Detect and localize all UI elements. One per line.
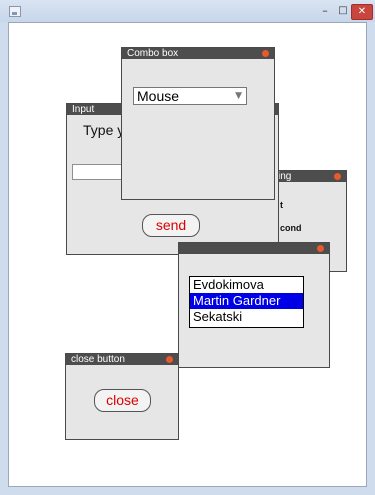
frame-close-dot-icon[interactable] [317,245,324,252]
frame-close-dot-icon[interactable] [262,50,269,57]
frame-text-a: t [280,200,283,210]
frame-title-text: Combo box [127,48,179,59]
frame-title-text: close button [71,354,125,365]
list-item[interactable]: Evdokimova [190,277,303,293]
frame-text-b: cond [280,223,302,233]
close-window-button[interactable]: ✕ [351,4,373,20]
frame-close-dot-icon[interactable] [334,173,341,180]
minimize-button[interactable]: – [318,4,332,18]
frame-list[interactable]: Evdokimova Martin Gardner Sekatski [178,242,330,368]
frame-title-text: ing [278,171,292,182]
app-icon [9,6,21,17]
chevron-down-icon[interactable]: ▼ [235,88,242,104]
frame-title[interactable]: Combo box [122,48,274,59]
frame-title[interactable] [179,243,329,254]
list-item-selected[interactable]: Martin Gardner [190,293,303,309]
combo-box[interactable]: Mouse ▼ [133,87,247,105]
maximize-button[interactable]: □ [336,4,350,18]
frame-title-text: Input [72,104,95,115]
frame-close-button[interactable]: close button close [65,353,179,440]
window-titlebar[interactable]: – □ ✕ [0,0,375,22]
list-box[interactable]: Evdokimova Martin Gardner Sekatski [189,276,304,328]
frame-title[interactable]: close button [66,354,178,365]
text-input[interactable] [72,164,126,180]
combo-selected-value: Mouse [137,88,180,104]
send-button[interactable]: send [142,214,200,237]
close-button[interactable]: close [94,389,151,412]
client-area: ing t cond Input Type y send Evdokimova … [8,22,367,487]
frame-combo-box[interactable]: Combo box Mouse ▼ [121,47,275,200]
list-item[interactable]: Sekatski [190,309,303,325]
input-prompt: Type y [83,122,125,138]
frame-close-dot-icon[interactable] [166,356,173,363]
